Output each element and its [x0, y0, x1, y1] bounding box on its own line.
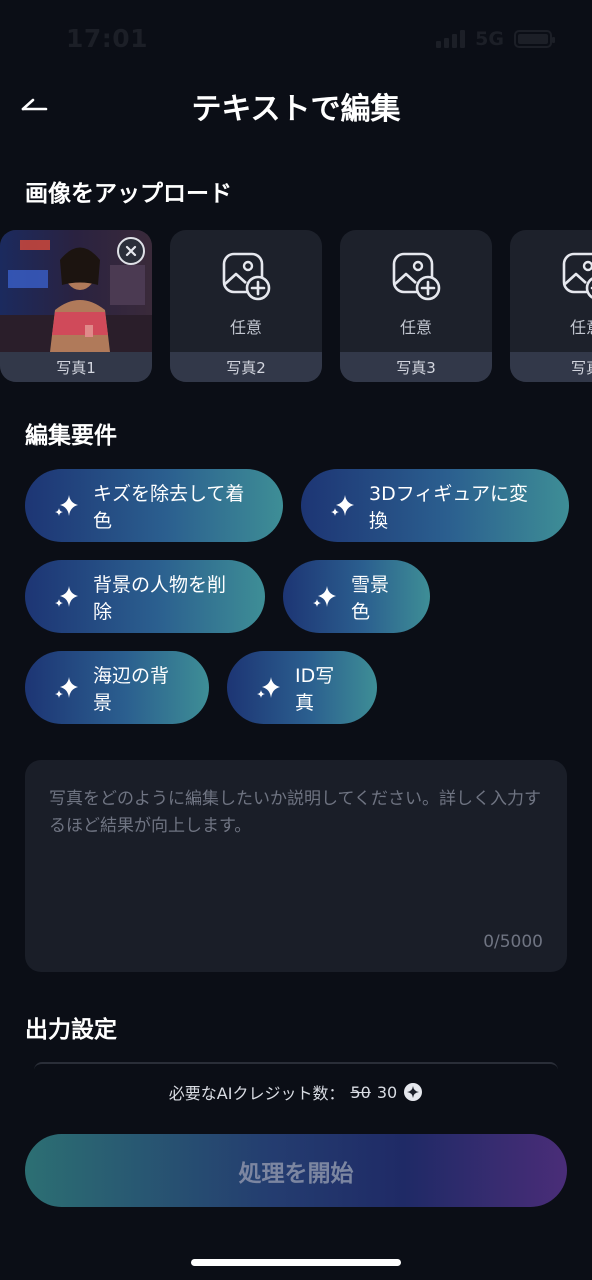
page-title: テキストで編集 [191, 92, 401, 127]
chip-remove-background-people[interactable]: 背景の人物を削除 [25, 560, 265, 633]
chip-3d-figure[interactable]: 3Dフィギュアに変換 [301, 469, 569, 542]
close-icon [125, 245, 137, 257]
credits-new-value: 30 [376, 1082, 398, 1102]
chip-label: 海辺の背景 [93, 664, 170, 714]
chip-label: 3Dフィギュアに変換 [369, 482, 528, 532]
sparkle-icon [331, 494, 354, 516]
sparkle-icon [55, 494, 78, 516]
chip-snow-scene[interactable]: 雪景色 [283, 560, 430, 633]
home-indicator [191, 1259, 401, 1266]
sparkle-icon [313, 585, 336, 607]
character-counter: 0/5000 [483, 932, 543, 952]
upload-card-label: 写真1 [0, 352, 152, 382]
add-image-icon [562, 252, 592, 299]
signal-icon [436, 30, 466, 48]
optional-label: 任意 [399, 318, 432, 337]
upload-card-label: 写真 [510, 352, 592, 382]
upload-section-title: 画像をアップロード [25, 181, 232, 207]
chip-label: ID写真 [295, 664, 335, 714]
screen: 17:01 5G テキストで編集 画像をアップロード 写真1 任意 写真2 任意… [0, 0, 592, 1280]
output-settings-card[interactable] [34, 1062, 558, 1070]
status-indicators: 5G [436, 28, 555, 50]
sparkle-icon [55, 585, 78, 607]
start-button-label: 処理を開始 [238, 1160, 354, 1187]
upload-card-label: 写真3 [340, 352, 492, 382]
chip-beach-background[interactable]: 海辺の背景 [25, 651, 209, 724]
network-label: 5G [475, 28, 504, 50]
output-section-title: 出力設定 [25, 1017, 117, 1043]
add-image-icon [222, 252, 271, 301]
upload-card-label: 写真2 [170, 352, 322, 382]
requirements-section-title: 編集要件 [25, 423, 117, 449]
chip-label: キズを除去して着色 [93, 482, 245, 532]
chip-label: 背景の人物を削除 [93, 573, 227, 623]
upload-card-3[interactable]: 任意 写真3 [340, 230, 492, 382]
sparkle-icon [257, 676, 280, 698]
credit-coin-icon [404, 1083, 423, 1101]
chip-remove-scratches[interactable]: キズを除去して着色 [25, 469, 283, 542]
remove-photo-button[interactable] [117, 237, 145, 265]
prompt-placeholder: 写真をどのように編集したいか説明してください。詳しく入力するほど結果が向上します… [49, 789, 541, 836]
sparkle-icon [55, 676, 78, 698]
credits-info: 必要なAIクレジット数： 50 30 [0, 1080, 592, 1104]
optional-label: 任意 [229, 318, 262, 337]
credits-label: 必要なAIクレジット数： [168, 1084, 345, 1103]
optional-label: 任意 [569, 318, 592, 337]
credits-old-value: 50 [350, 1082, 371, 1102]
battery-icon [514, 30, 555, 48]
add-image-icon [392, 252, 441, 301]
chip-id-photo[interactable]: ID写真 [227, 651, 377, 724]
status-time: 17:01 [66, 24, 149, 53]
start-processing-button[interactable]: 処理を開始 [25, 1134, 567, 1207]
upload-card-2[interactable]: 任意 写真2 [170, 230, 322, 382]
prompt-textarea[interactable]: 写真をどのように編集したいか説明してください。詳しく入力するほど結果が向上します… [25, 760, 567, 972]
upload-card-4[interactable]: 任意 写真 [510, 230, 592, 382]
upload-row: 写真1 任意 写真2 任意 写真3 任 写 [0, 230, 592, 382]
chip-label: 雪景色 [351, 573, 390, 623]
